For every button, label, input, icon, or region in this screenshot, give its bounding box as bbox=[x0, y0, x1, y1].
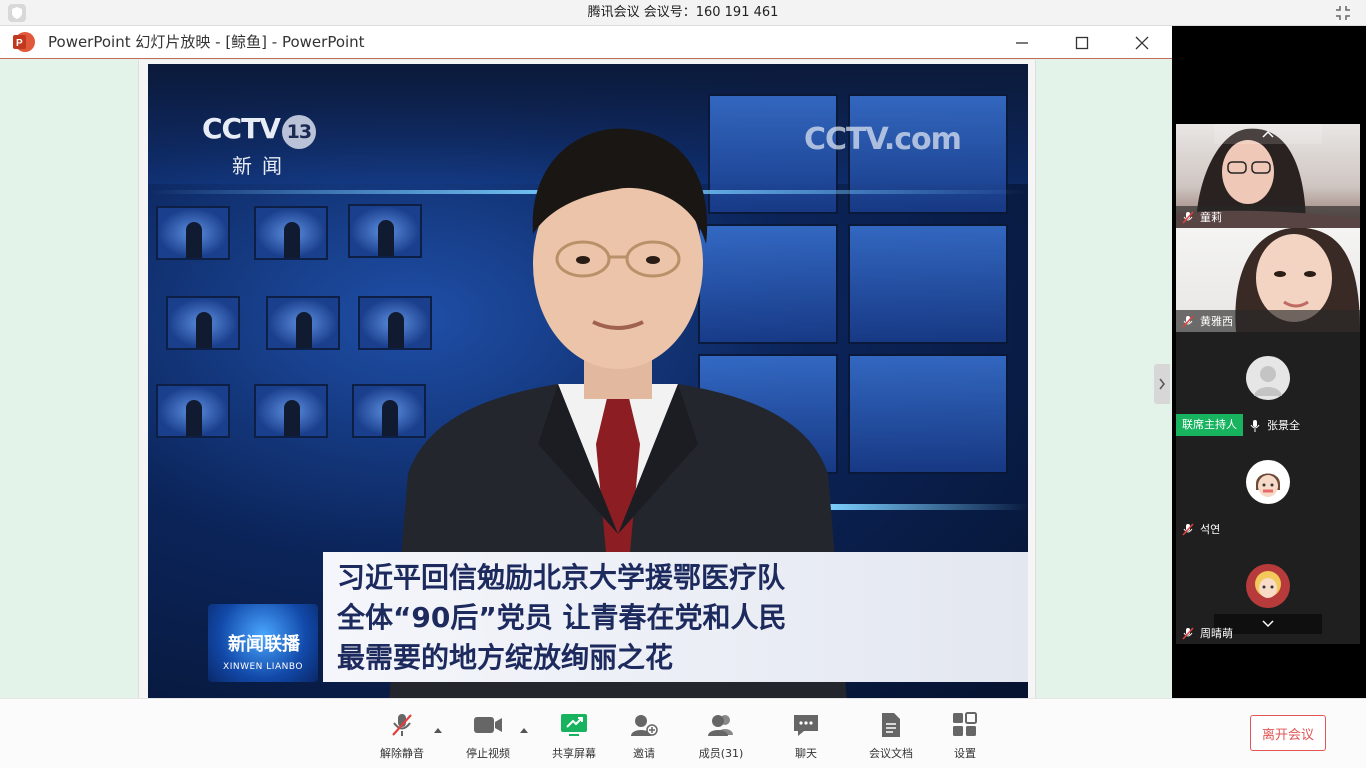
mic-muted-icon bbox=[1182, 210, 1194, 224]
participant-name: 석연 bbox=[1200, 523, 1221, 536]
panel-collapse-button[interactable] bbox=[1154, 364, 1170, 404]
avatar bbox=[1246, 356, 1290, 400]
share-screen-button[interactable]: 共享屏幕 bbox=[534, 711, 614, 763]
news-caption: 习近平回信勉励北京大学援鄂医疗队 全体“90后”党员 让青春在党和人民 最需要的… bbox=[323, 552, 1028, 682]
minimize-icon bbox=[1016, 41, 1028, 44]
meeting-docs-button[interactable]: 会议文档 bbox=[851, 711, 931, 763]
cctv-channel-logo: CCTV 13 bbox=[202, 112, 316, 149]
caret-up-icon bbox=[520, 728, 528, 733]
caption-line-3: 最需要的地方绽放绚丽之花 bbox=[337, 641, 674, 674]
mic-muted-icon bbox=[1182, 522, 1194, 536]
cartoon-avatar-icon bbox=[1256, 473, 1280, 497]
participant-tile[interactable]: 黄雅西 bbox=[1176, 228, 1360, 332]
news-video-frame: CCTV 13 新闻 CCTV.com 习近平回信勉励北京大学援鄂医疗队 全体“… bbox=[148, 64, 1028, 698]
add-user-icon bbox=[631, 715, 658, 736]
fullscreen-icon[interactable] bbox=[1334, 4, 1352, 22]
invite-button[interactable]: 邀请 bbox=[604, 711, 684, 763]
participant-name: 张景全 bbox=[1267, 419, 1300, 432]
scroll-up-button[interactable] bbox=[1214, 124, 1322, 144]
slide: CCTV 13 新闻 CCTV.com 习近平回信勉励北京大学援鄂医疗队 全体“… bbox=[138, 60, 1036, 698]
settings-grid-icon bbox=[953, 712, 977, 736]
powerpoint-window: P PowerPoint 幻灯片放映 - [鲸鱼] - PowerPoint C… bbox=[0, 26, 1172, 698]
mic-icon bbox=[1250, 419, 1260, 432]
participant-tile[interactable]: 周晴萌 bbox=[1176, 540, 1360, 644]
participant-name: 黄雅西 bbox=[1200, 315, 1233, 328]
document-icon bbox=[882, 713, 900, 737]
co-host-badge: 联席主持人 bbox=[1176, 414, 1243, 436]
mic-muted-icon bbox=[1182, 626, 1194, 640]
ppt-window-title: PowerPoint 幻灯片放映 - [鲸鱼] - PowerPoint bbox=[48, 33, 365, 51]
channel-subtitle: 新闻 bbox=[232, 154, 292, 178]
slide-show-area[interactable]: CCTV 13 新闻 CCTV.com 习近平回信勉励北京大学援鄂医疗队 全体“… bbox=[2, 60, 1170, 698]
participant-tile[interactable]: 联席主持人 张景全 bbox=[1176, 332, 1360, 436]
participant-panel: 童莉 黄雅西 联席主持人 张景全 석연 周晴萌 bbox=[1154, 26, 1366, 698]
chevron-down-icon bbox=[1262, 620, 1274, 628]
members-button[interactable]: 成员(31) bbox=[681, 711, 761, 763]
video-options-caret[interactable] bbox=[519, 719, 529, 733]
share-screen-icon bbox=[561, 714, 587, 736]
minimize-button[interactable] bbox=[992, 26, 1052, 59]
members-icon bbox=[708, 715, 733, 736]
default-avatar-icon bbox=[1254, 366, 1282, 396]
caret-up-icon bbox=[434, 728, 442, 733]
chevron-up-icon bbox=[1262, 130, 1274, 138]
avatar bbox=[1246, 460, 1290, 504]
maximize-icon bbox=[1075, 36, 1089, 49]
participant-tile[interactable]: 석연 bbox=[1176, 436, 1360, 540]
participant-name: 周晴萌 bbox=[1200, 627, 1233, 640]
meeting-title-bar: 腾讯会议 会议号：160 191 461 bbox=[0, 0, 1366, 26]
cartoon-avatar-icon bbox=[1255, 571, 1281, 598]
meeting-toolbar: 解除静音 停止视频 共享屏幕 邀请 成员(31) 聊天 会议文档 设置 离开会议 bbox=[0, 698, 1366, 768]
meeting-title: 腾讯会议 会议号：160 191 461 bbox=[587, 5, 779, 20]
unmute-button[interactable]: 解除静音 bbox=[362, 711, 442, 763]
stop-video-button[interactable]: 停止视频 bbox=[448, 711, 528, 763]
leave-meeting-button[interactable]: 离开会议 bbox=[1250, 715, 1326, 751]
settings-button[interactable]: 设置 bbox=[925, 711, 1005, 763]
audio-options-caret[interactable] bbox=[433, 719, 443, 733]
avatar bbox=[1246, 564, 1290, 608]
xinwen-lianbo-logo: 新闻联播 XINWEN LIANBO bbox=[208, 604, 318, 682]
chat-button[interactable]: 聊天 bbox=[766, 711, 846, 763]
powerpoint-logo-icon: P bbox=[12, 31, 36, 53]
mic-muted-icon bbox=[392, 714, 412, 736]
video-camera-icon bbox=[474, 717, 502, 733]
participant-name: 童莉 bbox=[1200, 211, 1222, 224]
close-icon bbox=[1135, 36, 1149, 49]
ppt-titlebar: P PowerPoint 幻灯片放映 - [鲸鱼] - PowerPoint bbox=[0, 26, 1172, 59]
close-button[interactable] bbox=[1112, 26, 1172, 59]
svg-text:P: P bbox=[16, 38, 23, 49]
mic-muted-icon bbox=[1182, 314, 1194, 328]
maximize-button[interactable] bbox=[1052, 26, 1112, 59]
participant-tile[interactable]: 童莉 bbox=[1176, 124, 1360, 228]
chat-icon bbox=[794, 715, 818, 736]
caption-line-2: 全体“90后”党员 让青春在党和人民 bbox=[337, 601, 787, 634]
caption-line-1: 习近平回信勉励北京大学援鄂医疗队 bbox=[337, 561, 786, 594]
chevron-right-icon bbox=[1159, 378, 1165, 390]
